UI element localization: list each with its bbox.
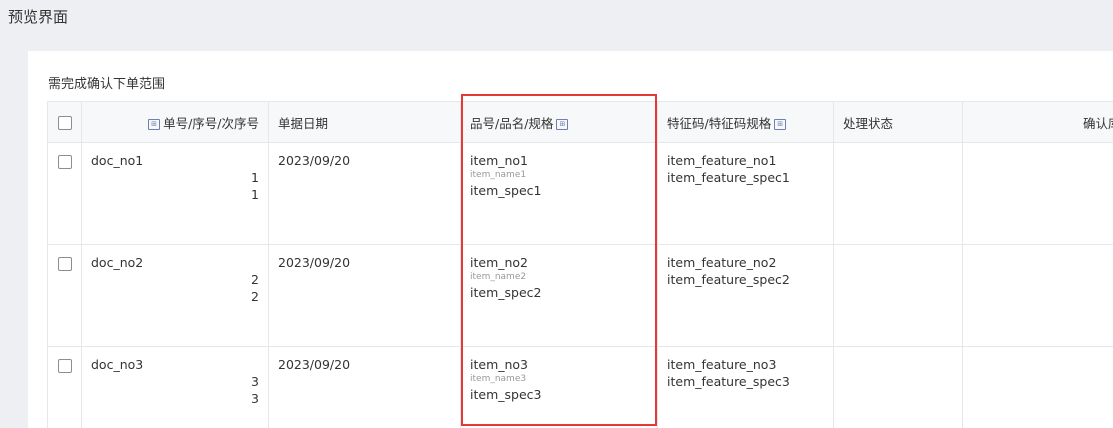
- data-grid: ⊞ 单号/序号/次序号 单据日期 品号/品名/规格 ⊞ 特征码/特征码规格 ⊞ 处理状…: [47, 101, 1113, 428]
- feature-no: item_feature_no1: [667, 153, 777, 168]
- row-select-cell: [47, 142, 82, 245]
- doc-cell: doc_no3 3 3: [81, 346, 269, 428]
- column-header-date-label: 单据日期: [278, 115, 329, 131]
- row-checkbox[interactable]: [57, 256, 72, 271]
- item-spec: item_spec2: [470, 285, 542, 300]
- sub-seq-no: 2: [251, 289, 259, 304]
- date-cell: 2023/09/20: [268, 244, 461, 347]
- column-header-stock-label: 确认库存数量: [1082, 115, 1113, 131]
- item-name: item_name2: [470, 272, 527, 282]
- column-header-stock[interactable]: 确认库存数量: [962, 101, 1113, 143]
- stock-cell: [962, 244, 1113, 347]
- main-panel: 需完成确认下单范围 ⊞ 单号/序号/次序号 单据日期 品号/品名/规格 ⊞ 特征…: [28, 51, 1113, 428]
- feature-no: item_feature_no2: [667, 255, 777, 270]
- status-cell: [833, 346, 963, 428]
- table-row: doc_no1 1 1 2023/09/20 item_no1 item_nam…: [47, 142, 1113, 245]
- table-row: doc_no3 3 3 2023/09/20 item_no3 item_nam…: [47, 346, 1113, 428]
- column-header-item-label: 品号/品名/规格: [470, 115, 554, 131]
- column-header-feature-label: 特征码/特征码规格: [667, 115, 772, 131]
- select-all-cell: [47, 101, 82, 143]
- column-toggle-icon[interactable]: ⊞: [556, 118, 569, 130]
- row-select-cell: [47, 244, 82, 347]
- item-name: item_name1: [470, 170, 527, 180]
- feature-spec: item_feature_spec1: [667, 170, 790, 185]
- section-title: 需完成确认下单范围: [48, 77, 166, 92]
- row-select-cell: [47, 346, 82, 428]
- seq-no: 2: [251, 272, 259, 287]
- column-header-feature[interactable]: 特征码/特征码规格 ⊞: [657, 101, 834, 143]
- column-header-doc-label: 单号/序号/次序号: [163, 115, 259, 131]
- seq-no: 3: [251, 374, 259, 389]
- item-cell: item_no2 item_name2 item_spec2: [460, 244, 658, 347]
- status-cell: [833, 244, 963, 347]
- item-cell: item_no3 item_name3 item_spec3: [460, 346, 658, 428]
- feature-cell: item_feature_no1 item_feature_spec1: [657, 142, 834, 245]
- item-spec: item_spec3: [470, 387, 542, 402]
- item-name: item_name3: [470, 374, 527, 384]
- stock-cell: [962, 142, 1113, 245]
- column-header-doc[interactable]: ⊞ 单号/序号/次序号: [81, 101, 269, 143]
- column-header-item[interactable]: 品号/品名/规格 ⊞: [460, 101, 658, 143]
- doc-cell: doc_no1 1 1: [81, 142, 269, 245]
- column-toggle-icon[interactable]: ⊞: [774, 118, 787, 130]
- item-no: item_no3: [470, 357, 529, 372]
- date-cell: 2023/09/20: [268, 346, 461, 428]
- date-cell: 2023/09/20: [268, 142, 461, 245]
- feature-spec: item_feature_spec3: [667, 374, 790, 389]
- doc-no: doc_no3: [91, 357, 144, 372]
- table-header-row: ⊞ 单号/序号/次序号 单据日期 品号/品名/规格 ⊞ 特征码/特征码规格 ⊞ 处理状…: [47, 101, 1113, 143]
- feature-cell: item_feature_no3 item_feature_spec3: [657, 346, 834, 428]
- page-title: 预览界面: [8, 8, 69, 26]
- sub-seq-no: 3: [251, 391, 259, 406]
- row-checkbox[interactable]: [57, 358, 72, 373]
- table-row: doc_no2 2 2 2023/09/20 item_no2 item_nam…: [47, 244, 1113, 347]
- order-table: ⊞ 单号/序号/次序号 单据日期 品号/品名/规格 ⊞ 特征码/特征码规格 ⊞ 处理状…: [47, 101, 1113, 428]
- item-spec: item_spec1: [470, 183, 542, 198]
- status-cell: [833, 142, 963, 245]
- feature-cell: item_feature_no2 item_feature_spec2: [657, 244, 834, 347]
- stock-cell: [962, 346, 1113, 428]
- row-checkbox[interactable]: [57, 154, 72, 169]
- select-all-checkbox[interactable]: [57, 115, 72, 130]
- feature-no: item_feature_no3: [667, 357, 777, 372]
- item-no: item_no1: [470, 153, 529, 168]
- feature-spec: item_feature_spec2: [667, 272, 790, 287]
- column-header-status-label: 处理状态: [843, 115, 894, 131]
- doc-no: doc_no2: [91, 255, 144, 270]
- column-header-status[interactable]: 处理状态: [833, 101, 963, 143]
- doc-cell: doc_no2 2 2: [81, 244, 269, 347]
- seq-no: 1: [251, 170, 259, 185]
- column-header-date[interactable]: 单据日期: [268, 101, 461, 143]
- sub-seq-no: 1: [251, 187, 259, 202]
- item-no: item_no2: [470, 255, 529, 270]
- item-cell: item_no1 item_name1 item_spec1: [460, 142, 658, 245]
- doc-no: doc_no1: [91, 153, 144, 168]
- column-toggle-icon[interactable]: ⊞: [148, 118, 161, 130]
